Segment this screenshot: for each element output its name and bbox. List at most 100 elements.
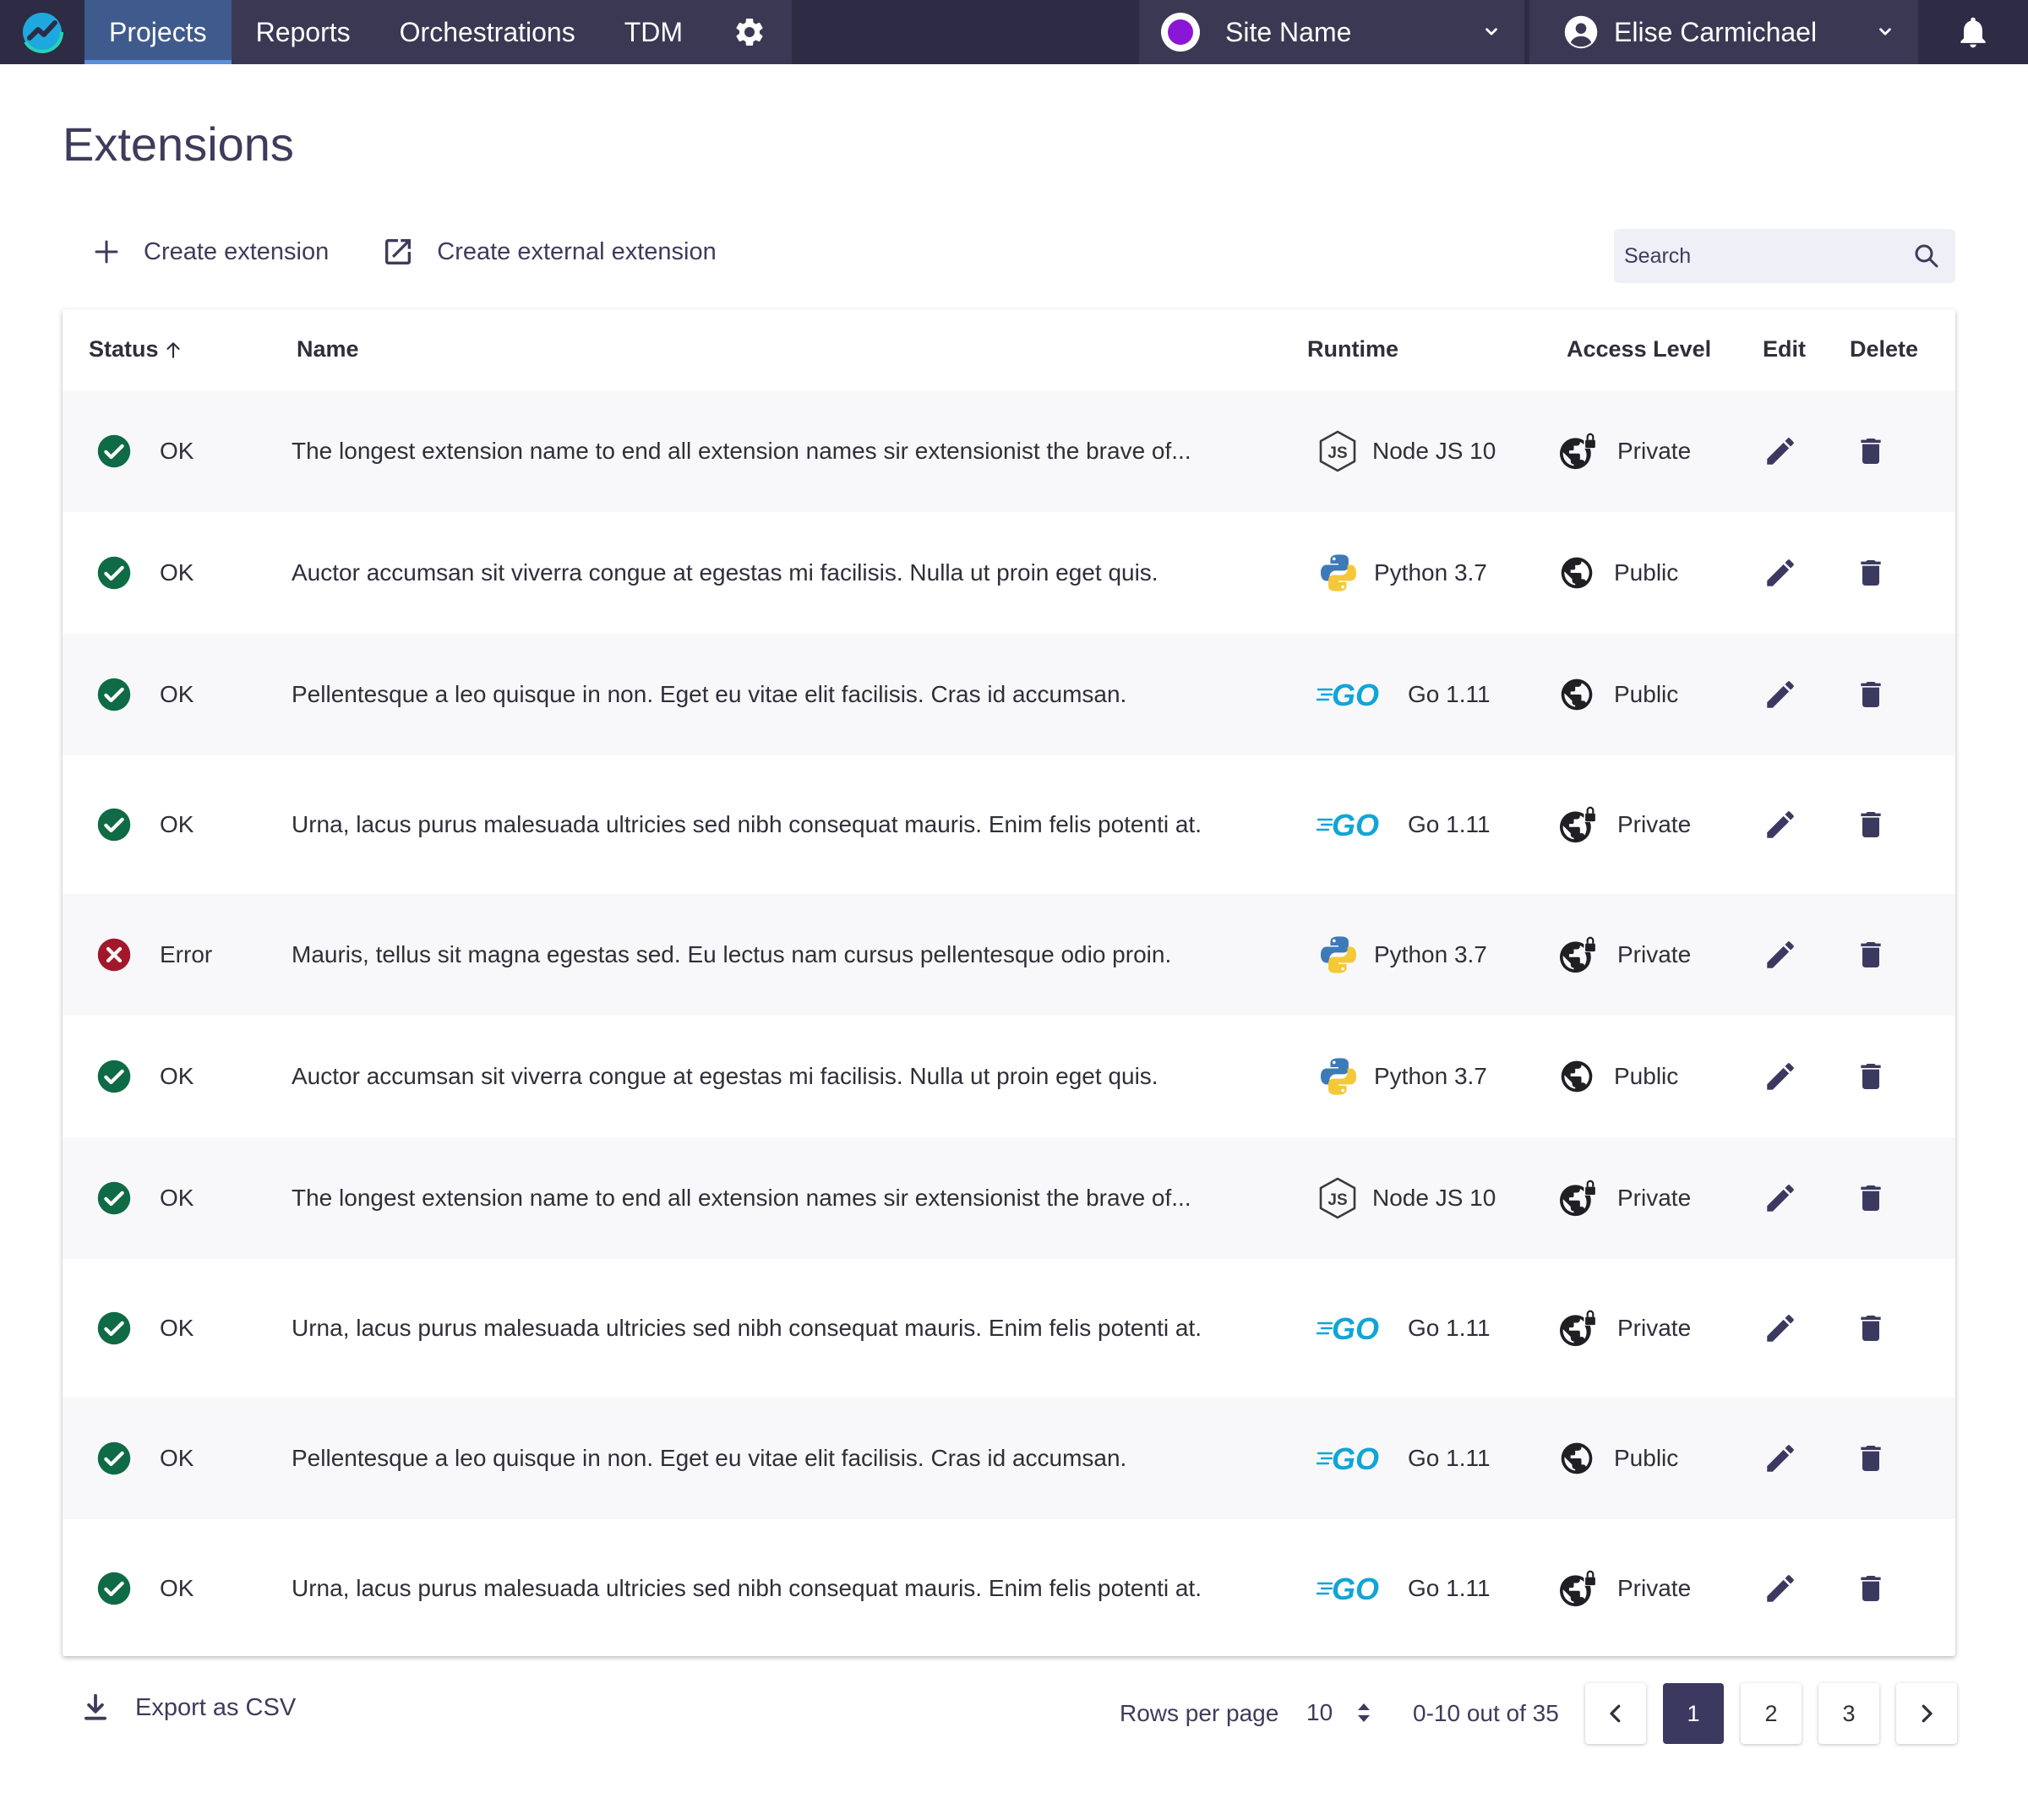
export-csv-button[interactable]: Export as CSV bbox=[79, 1692, 296, 1724]
extension-name[interactable]: Pellentesque a leo quisque in non. Eget … bbox=[292, 634, 1289, 755]
svg-text:GO: GO bbox=[1332, 679, 1379, 710]
column-header-name[interactable]: Name bbox=[297, 336, 359, 362]
tab-orchestrations[interactable]: Orchestrations bbox=[375, 0, 600, 64]
nodejs-icon: JS bbox=[1317, 1176, 1359, 1220]
next-page-button[interactable] bbox=[1896, 1683, 1957, 1744]
delete-button[interactable] bbox=[1854, 894, 1888, 1016]
svg-text:GO: GO bbox=[1332, 1573, 1379, 1604]
site-selector[interactable]: Site Name bbox=[1139, 0, 1524, 64]
edit-button[interactable] bbox=[1763, 1398, 1798, 1519]
edit-button[interactable] bbox=[1763, 755, 1798, 894]
download-icon bbox=[84, 1693, 106, 1720]
edit-button[interactable] bbox=[1763, 1016, 1798, 1137]
table-row[interactable]: OK The longest extension name to end all… bbox=[63, 390, 1955, 512]
site-color-dot bbox=[1161, 13, 1200, 52]
extension-name-text: Urna, lacus purus malesuada ultricies se… bbox=[292, 1315, 1202, 1341]
access-level-label: Private bbox=[1617, 438, 1692, 464]
pencil-icon bbox=[1763, 807, 1798, 842]
chevron-left-icon bbox=[1610, 1704, 1621, 1723]
table-row[interactable]: OK Urna, lacus purus malesuada ultricies… bbox=[63, 755, 1955, 894]
table-row[interactable]: OK Urna, lacus purus malesuada ultricies… bbox=[63, 1519, 1955, 1658]
tab-tdm[interactable]: TDM bbox=[600, 0, 707, 64]
column-header-runtime[interactable]: Runtime bbox=[1307, 336, 1398, 362]
table-row[interactable]: OK Pellentesque a leo quisque in non. Eg… bbox=[63, 634, 1955, 755]
pagination: 1 2 3 bbox=[1585, 1683, 1957, 1744]
access-level-label: Public bbox=[1614, 559, 1679, 586]
pagination-range: 0-10 out of 35 bbox=[1413, 1700, 1559, 1726]
globe-lock-icon bbox=[1558, 1569, 1599, 1608]
table-row[interactable]: OK Auctor accumsan sit viverra congue at… bbox=[63, 1016, 1955, 1137]
tab-reports[interactable]: Reports bbox=[232, 0, 375, 64]
delete-button[interactable] bbox=[1854, 1259, 1888, 1398]
extension-name[interactable]: The longest extension name to end all ex… bbox=[292, 1137, 1289, 1259]
edit-button[interactable] bbox=[1763, 1519, 1798, 1658]
search-icon[interactable] bbox=[1911, 241, 1942, 271]
delete-button[interactable] bbox=[1854, 1519, 1888, 1658]
page-button-2[interactable]: 2 bbox=[1741, 1683, 1802, 1744]
app-logo-icon[interactable] bbox=[0, 0, 84, 64]
edit-button[interactable] bbox=[1763, 1137, 1798, 1259]
edit-button[interactable] bbox=[1763, 634, 1798, 755]
table-row[interactable]: OK Auctor accumsan sit viverra congue at… bbox=[63, 512, 1955, 634]
page-button-3[interactable]: 3 bbox=[1818, 1683, 1879, 1744]
delete-button[interactable] bbox=[1854, 512, 1888, 634]
create-extension-button[interactable]: Create extension bbox=[91, 237, 329, 267]
trash-icon bbox=[1854, 1311, 1888, 1346]
pencil-icon bbox=[1763, 433, 1798, 469]
page-button-1[interactable]: 1 bbox=[1663, 1683, 1724, 1744]
runtime-label: Node JS 10 bbox=[1372, 1185, 1496, 1211]
user-name-label: Elise Carmichael bbox=[1614, 16, 1818, 47]
status-text: OK bbox=[160, 681, 194, 707]
svg-text:JS: JS bbox=[1327, 444, 1347, 462]
edit-button[interactable] bbox=[1763, 512, 1798, 634]
delete-button[interactable] bbox=[1854, 1137, 1888, 1259]
delete-button[interactable] bbox=[1854, 755, 1888, 894]
table-row[interactable]: Error Mauris, tellus sit magna egestas s… bbox=[63, 894, 1955, 1016]
extension-name[interactable]: Urna, lacus purus malesuada ultricies se… bbox=[292, 755, 1289, 894]
create-external-extension-button[interactable]: Create external extension bbox=[381, 235, 717, 269]
ok-status-icon bbox=[96, 755, 132, 894]
edit-button[interactable] bbox=[1763, 1259, 1798, 1398]
bell-icon[interactable] bbox=[1918, 0, 2028, 64]
column-header-access-level[interactable]: Access Level bbox=[1567, 336, 1711, 362]
access-level-label: Public bbox=[1614, 1445, 1679, 1471]
delete-button[interactable] bbox=[1854, 390, 1888, 512]
runtime-cell: GO Go 1.11 bbox=[1317, 1519, 1491, 1658]
table-row[interactable]: OK The longest extension name to end all… bbox=[63, 1137, 1955, 1259]
runtime-label: Python 3.7 bbox=[1374, 559, 1487, 586]
extension-name[interactable]: Mauris, tellus sit magna egestas sed. Eu… bbox=[292, 894, 1289, 1016]
table-row[interactable]: OK Urna, lacus purus malesuada ultricies… bbox=[63, 1259, 1955, 1398]
extension-name[interactable]: Urna, lacus purus malesuada ultricies se… bbox=[292, 1259, 1289, 1398]
tab-projects[interactable]: Projects bbox=[84, 0, 232, 64]
create-extension-label: Create extension bbox=[144, 237, 330, 265]
extension-name[interactable]: The longest extension name to end all ex… bbox=[292, 390, 1289, 512]
extension-name[interactable]: Auctor accumsan sit viverra congue at eg… bbox=[292, 512, 1289, 634]
access-level-cell: Private bbox=[1558, 894, 1691, 1016]
python-icon bbox=[1317, 1054, 1360, 1098]
edit-button[interactable] bbox=[1763, 390, 1798, 512]
gear-icon[interactable] bbox=[707, 0, 792, 64]
status-text: OK bbox=[160, 1315, 194, 1341]
table-row[interactable]: OK Pellentesque a leo quisque in non. Eg… bbox=[63, 1398, 1955, 1519]
delete-button[interactable] bbox=[1854, 1016, 1888, 1137]
column-header-status-label: Status bbox=[89, 336, 159, 362]
delete-button[interactable] bbox=[1854, 634, 1888, 755]
extension-name[interactable]: Urna, lacus purus malesuada ultricies se… bbox=[292, 1519, 1289, 1658]
svg-text:GO: GO bbox=[1332, 1313, 1379, 1343]
column-header-status[interactable]: Status bbox=[89, 336, 184, 362]
extension-name[interactable]: Auctor accumsan sit viverra congue at eg… bbox=[292, 1016, 1289, 1137]
user-menu[interactable]: Elise Carmichael bbox=[1529, 0, 1918, 64]
previous-page-button[interactable] bbox=[1585, 1683, 1646, 1744]
rows-per-page-select[interactable]: 10 bbox=[1306, 1693, 1382, 1732]
runtime-cell: GO Go 1.11 bbox=[1317, 634, 1491, 755]
trash-icon bbox=[1854, 555, 1888, 591]
nodejs-icon: JS bbox=[1317, 429, 1359, 473]
globe-icon bbox=[1558, 1058, 1595, 1095]
search-input[interactable] bbox=[1624, 243, 1911, 269]
edit-button[interactable] bbox=[1763, 894, 1798, 1016]
delete-button[interactable] bbox=[1854, 1398, 1888, 1519]
runtime-cell: GO Go 1.11 bbox=[1317, 1259, 1491, 1398]
access-level-label: Private bbox=[1617, 811, 1692, 837]
extension-name[interactable]: Pellentesque a leo quisque in non. Eget … bbox=[292, 1398, 1289, 1519]
